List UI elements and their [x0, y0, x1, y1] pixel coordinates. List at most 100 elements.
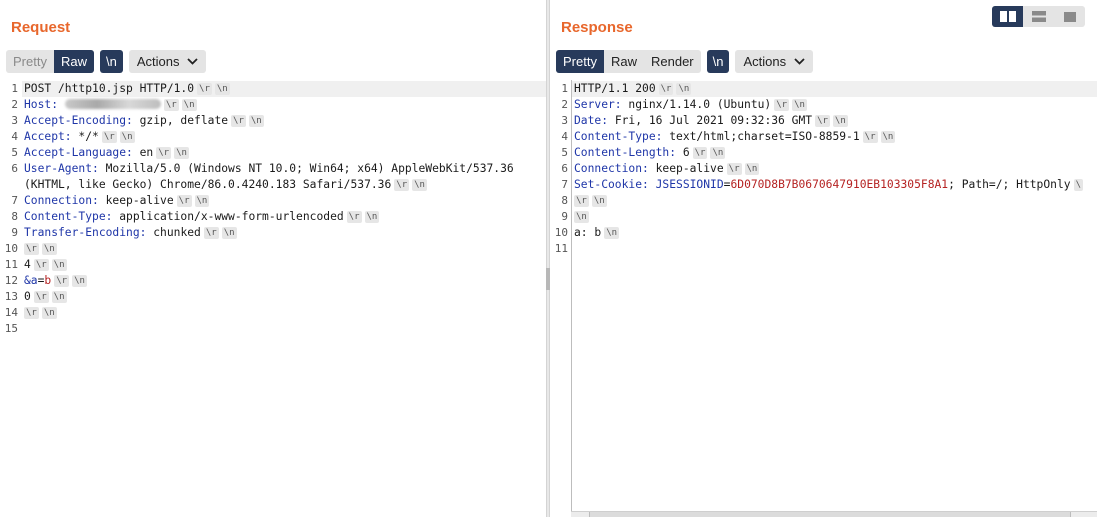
code-line: Set-Cookie: JSESSIONID=6D070D8B7B0670647…	[574, 177, 1083, 193]
code-token: nginx/1.14.0 (Ubuntu)	[621, 98, 772, 111]
line-number: 10	[554, 226, 568, 239]
response-code-area[interactable]: HTTP/1.1 200 \r \n Server: nginx/1.14.0 (Ub…	[572, 80, 1097, 517]
code-token: b	[44, 274, 52, 287]
special-char-marker: \r	[33, 291, 49, 303]
view-pretty-button[interactable]: Pretty	[556, 50, 604, 73]
request-actions-button[interactable]: Actions	[128, 50, 207, 73]
code-token: &a	[24, 274, 38, 287]
line-number: 5	[11, 146, 18, 159]
special-char-marker: \n	[51, 291, 67, 303]
code-line: POST /http10.jsp HTTP/1.0 \r \n	[24, 81, 230, 97]
special-char-marker: \r	[197, 83, 212, 95]
code-line: 0 \r \n	[24, 289, 67, 305]
special-char-marker: \n	[51, 259, 67, 271]
code-token: Content-Length:	[574, 146, 677, 159]
response-line-gutter: 1 2 3 4 5 6 7 8 9 10 11	[550, 80, 572, 517]
code-token: chunked	[146, 226, 201, 239]
special-char-marker: \n	[574, 211, 589, 223]
code-line: &a=b \r \n	[24, 273, 87, 289]
line-number: 14	[4, 306, 18, 319]
line-number: 1	[561, 82, 568, 95]
response-newline-toggle-button[interactable]: \n	[706, 50, 730, 73]
code-token: (KHTML, like Gecko) Chrome/86.0.4240.183…	[24, 178, 392, 191]
line-number: 7	[561, 178, 568, 191]
code-token: keep-alive	[98, 194, 174, 207]
code-token: text/html;charset=ISO-8859-1	[662, 130, 860, 143]
special-char-marker: \r	[394, 179, 410, 191]
request-view-toggle: Pretty Raw	[6, 50, 94, 73]
code-token: 6	[676, 146, 690, 159]
request-editor[interactable]: 1 2 3 4 5 6 7 8 9 10 11 12 13 14 15 POST /http10.jsp H…	[0, 80, 546, 517]
layout-side-by-side-button[interactable]	[992, 6, 1023, 27]
code-token: Server:	[574, 98, 622, 111]
code-token: application/x-www-form-urlencoded	[112, 210, 344, 223]
special-char-marker: \n	[214, 83, 230, 95]
special-char-marker: \r	[346, 211, 362, 223]
code-token: ; Path=/; HttpOnly	[948, 178, 1071, 191]
code-token: Content-Type:	[574, 130, 663, 143]
code-line: Server: nginx/1.14.0 (Ubuntu) \r \n	[574, 97, 807, 113]
view-render-button[interactable]: Render	[644, 50, 701, 73]
view-raw-button[interactable]: Raw	[604, 50, 644, 73]
line-number: 9	[561, 210, 568, 223]
special-char-marker: \r	[176, 195, 192, 207]
code-line: Transfer-Encoding: chunked \r \n	[24, 225, 237, 241]
code-line: Date: Fri, 16 Jul 2021 09:32:36 GMT \r \n	[574, 113, 848, 129]
special-char-marker: \n	[174, 147, 189, 159]
code-token: keep-alive	[648, 162, 724, 175]
special-char-marker: \n	[41, 307, 57, 319]
line-number	[0, 177, 18, 193]
line-number: 4	[561, 130, 568, 143]
response-actions-button[interactable]: Actions	[735, 50, 814, 73]
request-line-gutter: 1 2 3 4 5 6 7 8 9 10 11 12 13 14 15	[0, 80, 22, 517]
request-newline-toggle-button[interactable]: \n	[99, 50, 123, 73]
special-char-marker: \r	[862, 131, 878, 143]
line-number: 6	[561, 162, 568, 175]
code-line: Content-Length: 6 \r \n	[574, 145, 726, 161]
special-char-marker: \n	[604, 227, 620, 239]
code-line: Connection: keep-alive \r \n	[574, 161, 760, 177]
line-number: 5	[561, 146, 568, 159]
code-token: Date:	[574, 114, 609, 127]
special-char-marker: \n	[119, 131, 135, 143]
response-horizontal-scrollbar[interactable]	[571, 511, 1097, 517]
special-char-marker: \n	[744, 163, 760, 175]
chevron-down-icon	[187, 58, 199, 65]
special-char-marker: \n	[41, 243, 57, 255]
response-editor[interactable]: 1 2 3 4 5 6 7 8 9 10 11 HTTP/1.1 200 \r \n Server: ng…	[550, 80, 1097, 517]
layout-single-tab-button[interactable]	[1054, 6, 1085, 27]
line-number: 8	[561, 194, 568, 207]
code-token: 6D070D8B7B0670647910EB103305F8A1	[730, 178, 949, 191]
scrollbar-thumb[interactable]	[589, 512, 1071, 517]
view-pretty-button[interactable]: Pretty	[6, 50, 54, 73]
special-char-marker: \n	[676, 83, 692, 95]
special-char-marker: \n	[221, 227, 237, 239]
special-char-marker: \r	[24, 307, 39, 319]
columns-icon	[999, 11, 1016, 22]
layout-horizontal-split-button[interactable]	[1023, 6, 1054, 27]
request-actions-label: Actions	[136, 54, 180, 69]
special-char-marker: \r	[231, 115, 246, 127]
special-char-marker: \r	[163, 99, 179, 111]
special-char-marker: \r	[54, 275, 70, 287]
special-char-marker: \n	[880, 131, 896, 143]
code-token: en	[132, 146, 154, 159]
redacted-host-value	[64, 99, 161, 109]
special-char-marker: \r	[24, 243, 39, 255]
line-number: 15	[4, 322, 18, 335]
code-line: User-Agent: Mozilla/5.0 (Windows NT 10.0…	[24, 161, 514, 177]
view-raw-button[interactable]: Raw	[53, 50, 94, 73]
code-line: Connection: keep-alive \r \n	[24, 193, 210, 209]
code-line: Accept: */* \r \n	[24, 129, 135, 145]
special-char-marker: \r	[774, 99, 790, 111]
special-char-marker: \n	[792, 99, 807, 111]
request-title: Request	[11, 19, 71, 36]
code-token: Connection:	[24, 194, 99, 207]
code-token: Accept-Language:	[24, 146, 133, 159]
code-token: 0	[24, 290, 31, 303]
rows-icon	[1031, 11, 1046, 22]
request-code-area[interactable]: POST /http10.jsp HTTP/1.0 \r \n Host: \r \n A…	[22, 80, 546, 517]
code-token: HTTP/1.1 200	[574, 82, 656, 95]
special-char-marker: \r	[692, 147, 708, 159]
code-line: \r \n	[574, 193, 607, 209]
